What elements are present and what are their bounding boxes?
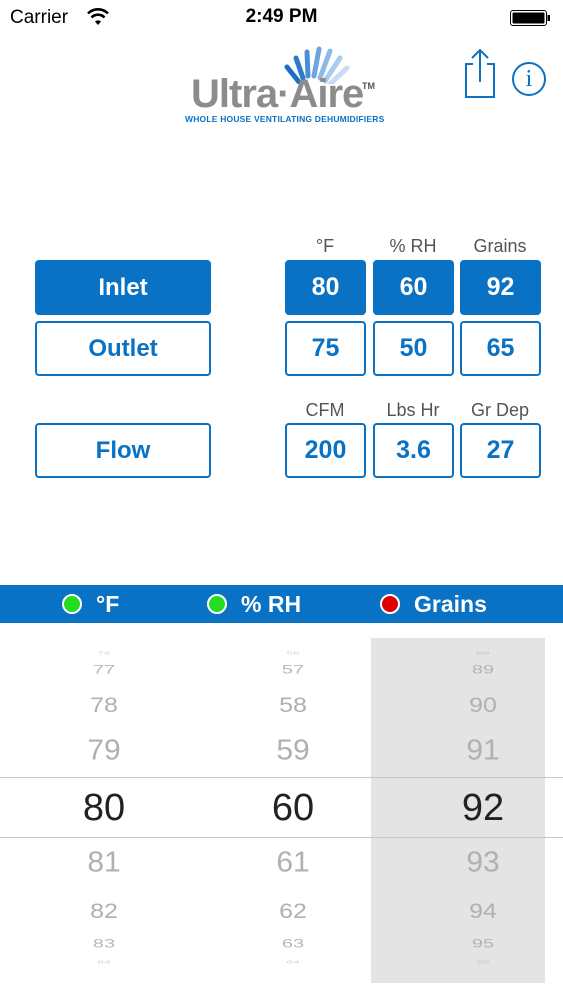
temp-picker-value[interactable]: 84 bbox=[44, 960, 164, 964]
outlet-grains-value[interactable]: 65 bbox=[460, 321, 541, 376]
temp-picker-value[interactable]: 83 bbox=[44, 938, 164, 950]
selection-bottom-line bbox=[0, 837, 563, 838]
temp-picker-value[interactable]: 76 bbox=[44, 651, 164, 655]
picker-header-temp-label: °F bbox=[96, 590, 120, 617]
temp-picker-value[interactable]: 77 bbox=[44, 664, 164, 676]
rh-picker-value[interactable]: 56 bbox=[233, 651, 353, 655]
grains-picker-value[interactable]: 94 bbox=[423, 900, 543, 921]
rh-picker-value[interactable]: 59 bbox=[233, 736, 353, 766]
info-icon[interactable]: i bbox=[512, 62, 546, 96]
picker-header-grains-label: Grains bbox=[414, 590, 487, 617]
grains-picker-value[interactable]: 91 bbox=[423, 736, 543, 766]
grains-picker-value[interactable]: 95 bbox=[423, 938, 543, 950]
battery-icon bbox=[510, 10, 550, 26]
rh-picker-value[interactable]: 62 bbox=[233, 900, 353, 921]
temp-picker-value[interactable]: 81 bbox=[44, 848, 164, 878]
temp-picker-value[interactable]: 79 bbox=[44, 736, 164, 766]
outlet-temp-value[interactable]: 75 bbox=[285, 321, 366, 376]
lbs-hr-column-label: Lbs Hr bbox=[386, 400, 440, 420]
flow-button[interactable]: Flow bbox=[35, 423, 211, 478]
temp-column-label: °F bbox=[315, 236, 335, 256]
picker-header-bar: °F % RH Grains bbox=[0, 585, 563, 623]
logo-name: Ultra·Aire bbox=[191, 72, 364, 116]
status-bar: Carrier 2:49 PM bbox=[0, 0, 563, 38]
clock: 2:49 PM bbox=[245, 6, 318, 27]
temp-picker-value[interactable]: 82 bbox=[44, 900, 164, 921]
logo-trademark: TM bbox=[362, 81, 375, 91]
rh-picker-value-selected[interactable]: 60 bbox=[233, 789, 353, 827]
flow-cfm-value[interactable]: 200 bbox=[285, 423, 366, 478]
flow-gr-dep-value[interactable]: 27 bbox=[460, 423, 541, 478]
rh-picker-value[interactable]: 57 bbox=[233, 664, 353, 676]
rh-picker-value[interactable]: 64 bbox=[233, 960, 353, 964]
rh-column-label: % RH bbox=[389, 236, 437, 256]
grains-picker-value[interactable]: 96 bbox=[423, 960, 543, 964]
grains-picker-value-selected[interactable]: 92 bbox=[423, 789, 543, 827]
grains-picker-value[interactable]: 90 bbox=[423, 694, 543, 715]
rh-picker-value[interactable]: 61 bbox=[233, 848, 353, 878]
picker-header-grains[interactable]: Grains bbox=[380, 585, 487, 623]
outlet-rh-value[interactable]: 50 bbox=[373, 321, 454, 376]
picker-header-temp[interactable]: °F bbox=[62, 585, 119, 623]
brand-logo: Ultra·Aire TM WHOLE HOUSE VENTILATING DE… bbox=[185, 34, 385, 126]
inlet-rh-value[interactable]: 60 bbox=[373, 260, 454, 315]
temp-status-dot bbox=[62, 594, 82, 614]
temp-picker-value[interactable]: 78 bbox=[44, 694, 164, 715]
inlet-temp-value[interactable]: 80 bbox=[285, 260, 366, 315]
grains-picker-value[interactable]: 88 bbox=[423, 651, 543, 655]
inlet-button[interactable]: Inlet bbox=[35, 260, 211, 315]
gr-dep-column-label: Gr Dep bbox=[470, 400, 530, 420]
logo-subtitle: WHOLE HOUSE VENTILATING DEHUMIDIFIERS bbox=[185, 114, 385, 124]
share-icon[interactable] bbox=[462, 48, 498, 100]
value-picker[interactable]: 76 77 78 79 80 81 82 83 84 56 57 58 59 60 61 62 63 64 88 89… bbox=[0, 623, 563, 1000]
cfm-column-label: CFM bbox=[305, 400, 345, 420]
temp-picker-value-selected[interactable]: 80 bbox=[44, 789, 164, 827]
grains-picker-value[interactable]: 89 bbox=[423, 664, 543, 676]
outlet-button[interactable]: Outlet bbox=[35, 321, 211, 376]
rh-status-dot bbox=[207, 594, 227, 614]
grains-status-dot bbox=[380, 594, 400, 614]
rh-picker-value[interactable]: 58 bbox=[233, 694, 353, 715]
grains-column-label: Grains bbox=[473, 236, 527, 256]
rh-picker-value[interactable]: 63 bbox=[233, 938, 353, 950]
selection-top-line bbox=[0, 777, 563, 778]
inlet-grains-value[interactable]: 92 bbox=[460, 260, 541, 315]
picker-header-rh-label: % RH bbox=[241, 590, 302, 617]
picker-header-rh[interactable]: % RH bbox=[207, 585, 301, 623]
grains-picker-value[interactable]: 93 bbox=[423, 848, 543, 878]
flow-lbs-hr-value[interactable]: 3.6 bbox=[373, 423, 454, 478]
